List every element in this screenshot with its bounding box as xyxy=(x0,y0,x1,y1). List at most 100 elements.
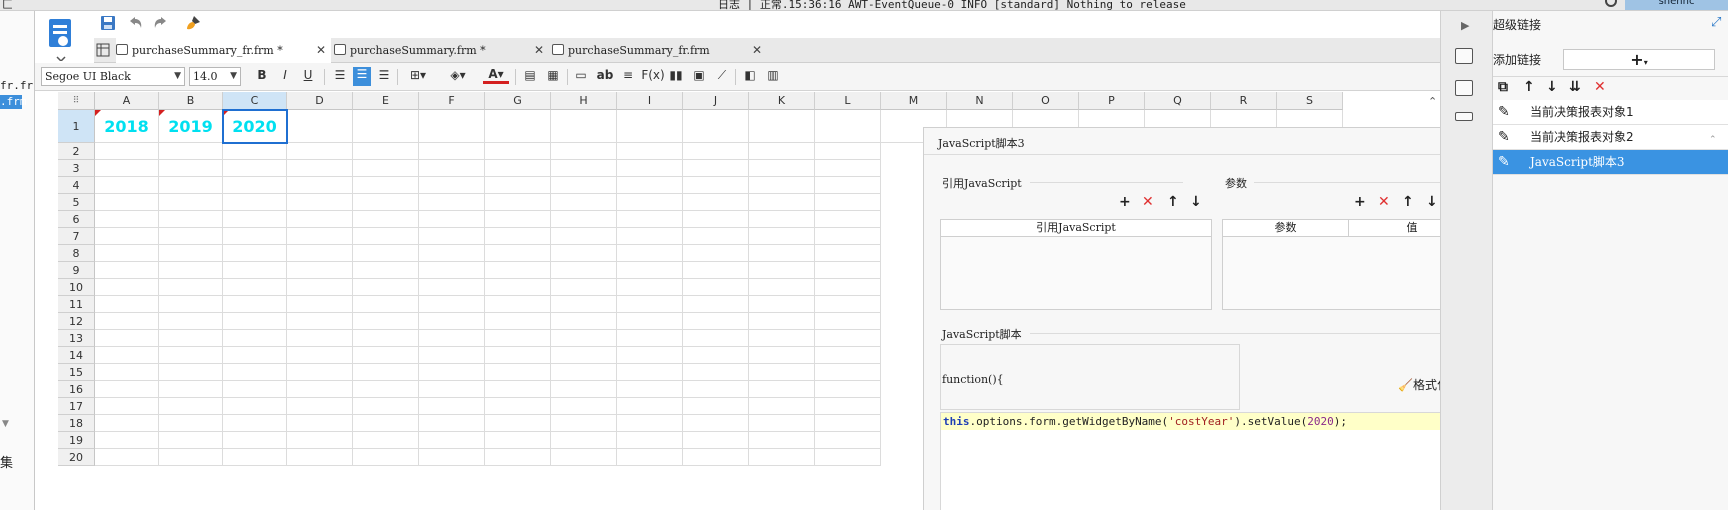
delete-param-button[interactable]: ✕ xyxy=(1378,194,1390,210)
cell-c18[interactable] xyxy=(223,415,287,432)
cell-e16[interactable] xyxy=(353,381,419,398)
cell-property-icon[interactable] xyxy=(1455,48,1473,64)
cell-d19[interactable] xyxy=(287,432,353,449)
cell-c4[interactable] xyxy=(223,177,287,194)
cell-e1[interactable] xyxy=(353,110,419,143)
cell-h5[interactable] xyxy=(551,194,617,211)
cell-d5[interactable] xyxy=(287,194,353,211)
align-left-icon[interactable]: ☰ xyxy=(332,68,348,82)
cell-d10[interactable] xyxy=(287,279,353,296)
cell-f12[interactable] xyxy=(419,313,485,330)
cell-b16[interactable] xyxy=(159,381,223,398)
cell-b17[interactable] xyxy=(159,398,223,415)
cell-d15[interactable] xyxy=(287,364,353,381)
cell-d17[interactable] xyxy=(287,398,353,415)
cell-l13[interactable] xyxy=(815,330,881,347)
cell-g6[interactable] xyxy=(485,211,551,228)
cell-a20[interactable] xyxy=(95,449,159,466)
column-header-d[interactable]: D xyxy=(287,92,353,110)
cell-e20[interactable] xyxy=(353,449,419,466)
cell-g11[interactable] xyxy=(485,296,551,313)
row-header-18[interactable]: 18 xyxy=(58,415,95,432)
align-right-icon[interactable]: ☰ xyxy=(376,68,392,82)
cell-b10[interactable] xyxy=(159,279,223,296)
column-header-r[interactable]: R xyxy=(1211,92,1277,110)
add-param-button[interactable]: + xyxy=(1354,194,1366,210)
cell-h18[interactable] xyxy=(551,415,617,432)
cell-i2[interactable] xyxy=(617,143,683,160)
cell-g19[interactable] xyxy=(485,432,551,449)
hyperlink-item[interactable]: ✎ 当前决策报表对象2 xyxy=(1493,125,1728,150)
cell-b2[interactable] xyxy=(159,143,223,160)
delete-ref-js-button[interactable]: ✕ xyxy=(1142,194,1154,210)
cell-l8[interactable] xyxy=(815,245,881,262)
cell-f5[interactable] xyxy=(419,194,485,211)
cell-j2[interactable] xyxy=(683,143,749,160)
cell-f14[interactable] xyxy=(419,347,485,364)
cell-i7[interactable] xyxy=(617,228,683,245)
cell-k7[interactable] xyxy=(749,228,815,245)
cell-j1[interactable] xyxy=(683,110,749,143)
cell-h12[interactable] xyxy=(551,313,617,330)
cell-d7[interactable] xyxy=(287,228,353,245)
cell-g5[interactable] xyxy=(485,194,551,211)
cell-b20[interactable] xyxy=(159,449,223,466)
chart-icon[interactable]: ▮▮ xyxy=(668,68,684,82)
cell-b8[interactable] xyxy=(159,245,223,262)
row-header-13[interactable]: 13 xyxy=(58,330,95,347)
cell-l2[interactable] xyxy=(815,143,881,160)
cell-k2[interactable] xyxy=(749,143,815,160)
cell-g15[interactable] xyxy=(485,364,551,381)
cell-f7[interactable] xyxy=(419,228,485,245)
cell-a18[interactable] xyxy=(95,415,159,432)
cell-k15[interactable] xyxy=(749,364,815,381)
format-painter-icon[interactable] xyxy=(185,15,201,31)
add-ref-js-button[interactable]: + xyxy=(1119,194,1131,210)
cell-h19[interactable] xyxy=(551,432,617,449)
cell-h13[interactable] xyxy=(551,330,617,347)
row-header-10[interactable]: 10 xyxy=(58,279,95,296)
cell-j13[interactable] xyxy=(683,330,749,347)
add-link-button[interactable]: +▾ xyxy=(1563,49,1715,70)
column-header-l[interactable]: L xyxy=(815,92,881,110)
font-size-select[interactable]: 14.0 ▼ xyxy=(189,67,241,86)
cell-e12[interactable] xyxy=(353,313,419,330)
cell-g14[interactable] xyxy=(485,347,551,364)
fill-color-icon[interactable]: ◈▾ xyxy=(445,68,471,82)
align-center-icon[interactable]: ☰ xyxy=(353,67,371,86)
cell-f10[interactable] xyxy=(419,279,485,296)
cell-g2[interactable] xyxy=(485,143,551,160)
cell-g4[interactable] xyxy=(485,177,551,194)
cell-d16[interactable] xyxy=(287,381,353,398)
cell-g1[interactable] xyxy=(485,110,551,143)
cell-b4[interactable] xyxy=(159,177,223,194)
column-header-p[interactable]: P xyxy=(1079,92,1145,110)
cell-g17[interactable] xyxy=(485,398,551,415)
cell-e17[interactable] xyxy=(353,398,419,415)
row-header-17[interactable]: 17 xyxy=(58,398,95,415)
cell-j18[interactable] xyxy=(683,415,749,432)
cell-i14[interactable] xyxy=(617,347,683,364)
move-up-ref-js-button[interactable]: ↑ xyxy=(1167,194,1179,210)
cell-e9[interactable] xyxy=(353,262,419,279)
cell-a2[interactable] xyxy=(95,143,159,160)
insert-widget-icon[interactable]: ▭ xyxy=(573,68,589,82)
cell-j7[interactable] xyxy=(683,228,749,245)
cell-d1[interactable] xyxy=(287,110,353,143)
cell-e6[interactable] xyxy=(353,211,419,228)
cell-f19[interactable] xyxy=(419,432,485,449)
cell-b14[interactable] xyxy=(159,347,223,364)
cell-c11[interactable] xyxy=(223,296,287,313)
font-family-select[interactable]: Segoe UI Black ▼ xyxy=(41,67,185,86)
cell-l5[interactable] xyxy=(815,194,881,211)
row-header-16[interactable]: 16 xyxy=(58,381,95,398)
cell-j6[interactable] xyxy=(683,211,749,228)
cell-h7[interactable] xyxy=(551,228,617,245)
cell-h11[interactable] xyxy=(551,296,617,313)
cell-b12[interactable] xyxy=(159,313,223,330)
cell-d3[interactable] xyxy=(287,160,353,177)
cell-a9[interactable] xyxy=(95,262,159,279)
column-header-c[interactable]: C xyxy=(223,92,287,110)
image-icon[interactable]: ▣ xyxy=(691,68,707,82)
cell-c8[interactable] xyxy=(223,245,287,262)
